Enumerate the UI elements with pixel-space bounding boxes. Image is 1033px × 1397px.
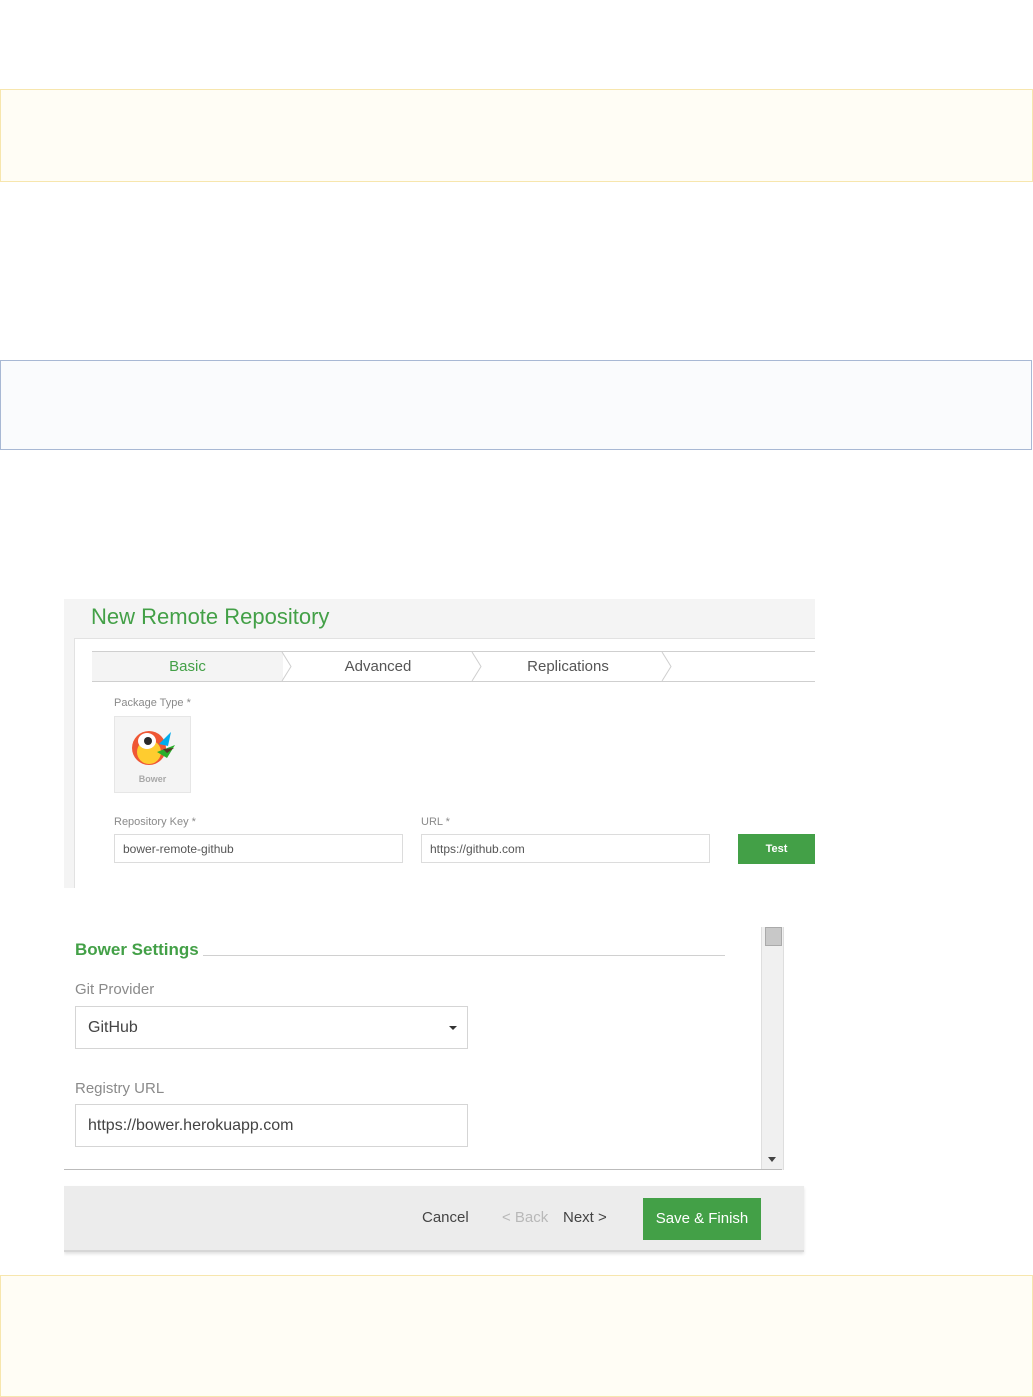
section-divider	[203, 955, 725, 956]
tab-replications[interactable]: Replications	[478, 652, 658, 681]
repository-key-label: Repository Key *	[114, 816, 196, 828]
repository-key-input[interactable]: bower-remote-github	[114, 834, 403, 863]
save-and-finish-button[interactable]: Save & Finish	[643, 1198, 761, 1240]
wizard-panel: Basic Advanced Replications Package Type…	[74, 638, 815, 888]
next-button[interactable]: Next >	[563, 1209, 607, 1226]
tab-separator-icon	[661, 652, 672, 681]
scroll-down-arrow-icon[interactable]	[768, 1157, 776, 1162]
registry-url-input[interactable]: https://bower.herokuapp.com	[75, 1104, 468, 1147]
tab-advanced[interactable]: Advanced	[288, 652, 468, 681]
note-box-bottom	[0, 1275, 1033, 1397]
content-bottom-divider	[64, 1169, 782, 1170]
wizard-tabs: Basic Advanced Replications	[92, 651, 815, 682]
url-label: URL *	[421, 816, 450, 828]
scrollbar-thumb[interactable]	[765, 927, 782, 946]
bower-settings-title: Bower Settings	[75, 940, 199, 959]
url-input[interactable]: https://github.com	[421, 834, 710, 863]
wizard-footer: Cancel < Back Next > Save & Finish	[64, 1186, 804, 1252]
test-button[interactable]: Test	[738, 834, 815, 864]
git-provider-label: Git Provider	[75, 981, 155, 998]
new-remote-repository-screenshot: New Remote Repository Basic Advanced Rep…	[64, 599, 815, 888]
package-type-name: Bower	[138, 774, 167, 784]
registry-url-label: Registry URL	[75, 1080, 165, 1097]
tab-basic[interactable]: Basic	[92, 652, 283, 681]
wizard-title: New Remote Repository	[91, 604, 330, 629]
cancel-button[interactable]: Cancel	[422, 1209, 469, 1226]
bower-settings-screenshot: Bower Settings Git Provider GitHub Regis…	[64, 927, 815, 1258]
back-button[interactable]: < Back	[502, 1209, 548, 1226]
git-provider-value: GitHub	[88, 1019, 138, 1036]
note-box-top	[0, 89, 1033, 182]
chevron-down-icon	[449, 1026, 457, 1030]
bower-bird-icon	[132, 731, 175, 765]
package-type-bower-tile[interactable]: Bower	[114, 716, 191, 793]
package-type-label: Package Type *	[114, 697, 191, 709]
vertical-scrollbar[interactable]	[761, 927, 784, 1170]
git-provider-select[interactable]: GitHub	[75, 1006, 468, 1049]
info-box	[0, 360, 1032, 450]
